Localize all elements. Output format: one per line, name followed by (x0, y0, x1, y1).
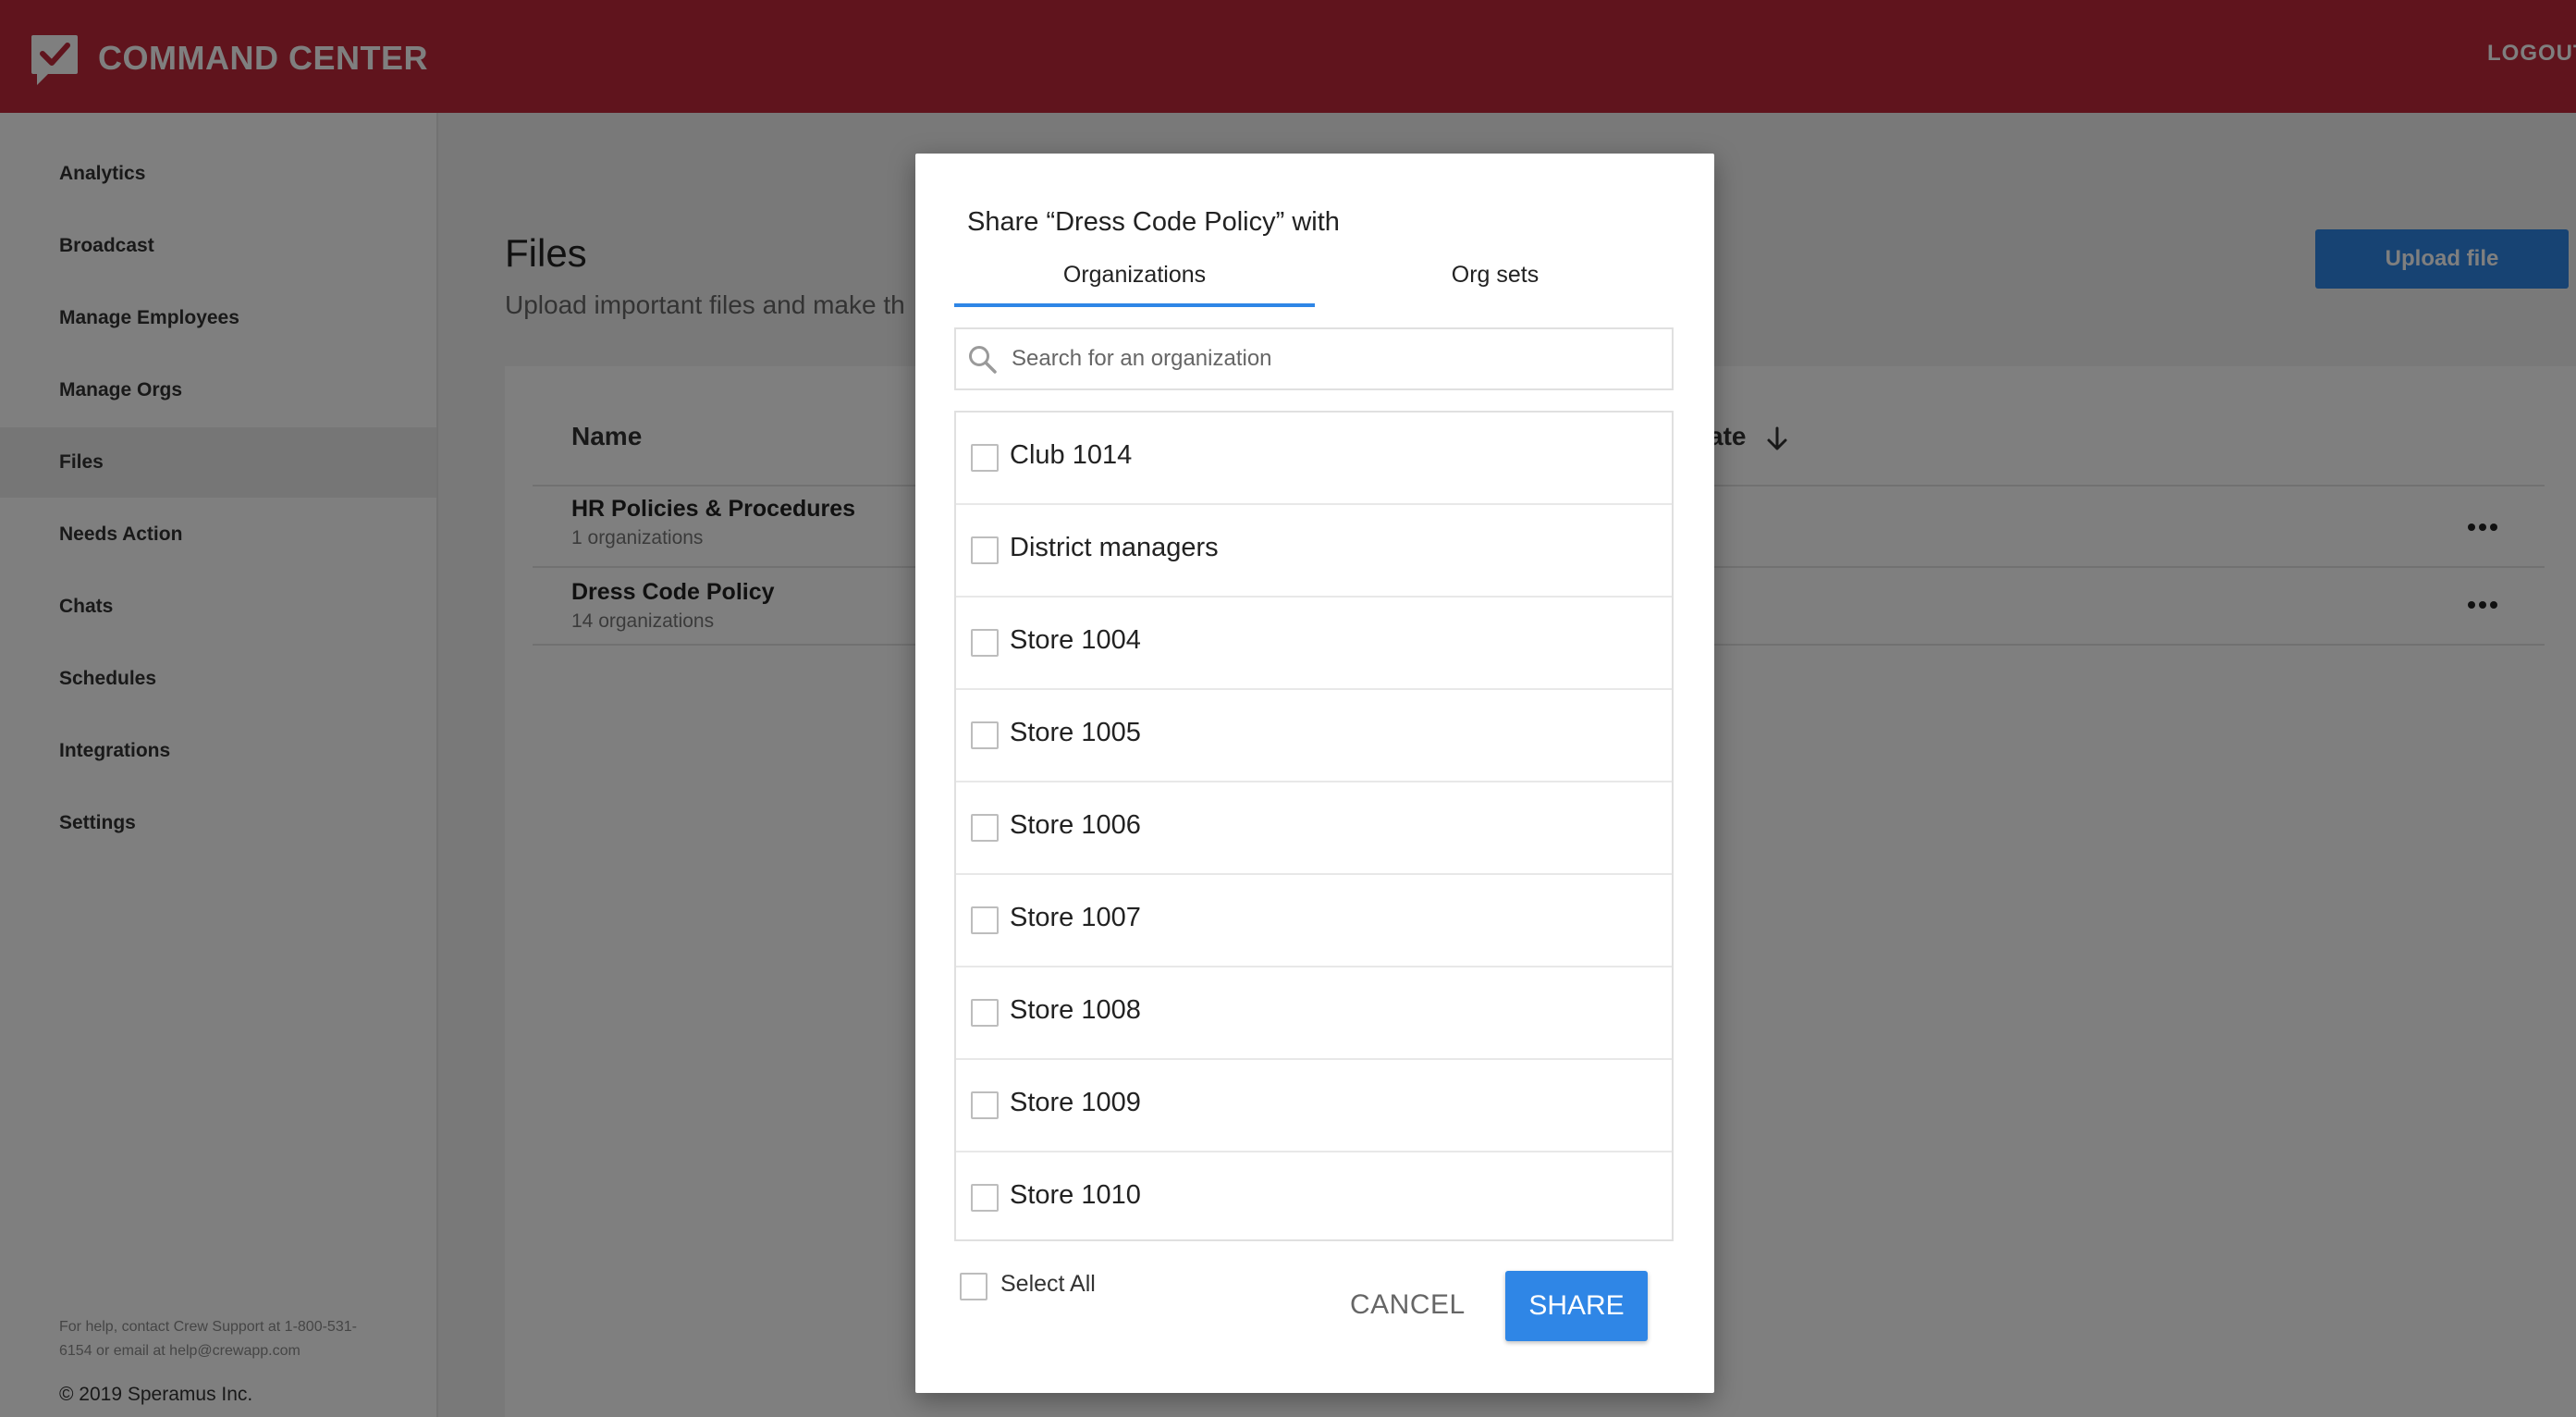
select-all-label[interactable]: Select All (1000, 1271, 1096, 1298)
list-item[interactable]: Store 1008 (956, 967, 1672, 1060)
list-item[interactable]: Store 1009 (956, 1060, 1672, 1152)
list-item-label: Store 1010 (1010, 1180, 1141, 1210)
checkbox[interactable] (971, 1184, 999, 1212)
list-item-label: Store 1005 (1010, 718, 1141, 747)
list-item-label: Store 1007 (1010, 903, 1141, 932)
share-dialog: Share “Dress Code Policy” with Organizat… (915, 154, 1714, 1393)
checkbox[interactable] (971, 721, 999, 749)
list-item-label: Store 1004 (1010, 625, 1141, 655)
share-button[interactable]: SHARE (1505, 1271, 1648, 1341)
list-item[interactable]: District managers (956, 505, 1672, 598)
organization-list: Club 1014 District managers Store 1004 S… (954, 411, 1674, 1241)
checkbox[interactable] (971, 536, 999, 564)
tab-organizations[interactable]: Organizations (954, 242, 1315, 307)
checkbox[interactable] (971, 1091, 999, 1119)
list-item[interactable]: Store 1006 (956, 782, 1672, 875)
checkbox[interactable] (971, 444, 999, 472)
list-item[interactable]: Store 1007 (956, 875, 1672, 967)
list-item-label: Club 1014 (1010, 440, 1133, 470)
list-item-label: Store 1009 (1010, 1088, 1141, 1117)
list-item[interactable]: Store 1010 (956, 1152, 1672, 1239)
search-input[interactable] (1012, 333, 1659, 385)
checkbox[interactable] (971, 999, 999, 1027)
list-item[interactable]: Store 1004 (956, 598, 1672, 690)
dialog-title: Share “Dress Code Policy” with (967, 207, 1340, 237)
search-field (954, 327, 1674, 390)
list-item[interactable]: Club 1014 (956, 413, 1672, 505)
checkbox[interactable] (971, 906, 999, 934)
cancel-button[interactable]: CANCEL (1350, 1289, 1466, 1321)
list-item-label: District managers (1010, 533, 1219, 562)
checkbox[interactable] (971, 629, 999, 657)
tab-org-sets[interactable]: Org sets (1315, 242, 1675, 307)
list-item-label: Store 1008 (1010, 995, 1141, 1025)
checkbox[interactable] (971, 814, 999, 842)
search-icon (969, 346, 997, 374)
select-all-checkbox[interactable] (960, 1273, 987, 1300)
list-item[interactable]: Store 1005 (956, 690, 1672, 782)
list-item-label: Store 1006 (1010, 810, 1141, 840)
